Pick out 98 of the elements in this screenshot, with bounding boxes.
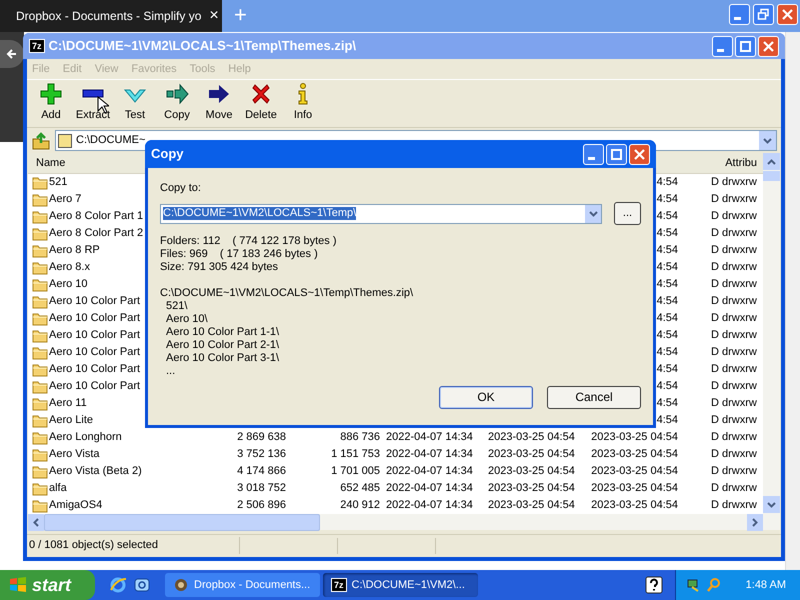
file-name: Aero 8 Color Part 2	[49, 226, 144, 242]
modified-cell: 2022-04-07 14:34	[386, 482, 473, 494]
size-cell: 3 752 136	[237, 448, 286, 460]
window-title: C:\DOCUME~1\VM2\LOCALS~1\Temp\Themes.zip\	[48, 37, 356, 56]
attributes-cell: D drwxrw	[711, 193, 757, 206]
accessed-cell: 4:54	[656, 227, 678, 240]
accessed-cell: 4:54	[656, 261, 678, 274]
accessed-cell: 2023-03-25 04:54	[591, 465, 678, 478]
status-text: 0 / 1081 object(s) selected	[27, 537, 240, 554]
accessed-cell: 2023-03-25 04:54	[591, 448, 678, 460]
accessed-cell: 2023-03-25 04:54	[591, 431, 678, 444]
file-name: Aero 10 Color Part	[49, 311, 140, 326]
folder-entry: 521\	[165, 300, 188, 313]
attributes-cell: D drwxrw	[711, 482, 757, 494]
info-line: Folders: 112 ( 774 122 178 bytes )	[160, 235, 338, 248]
attributes-cell: D drwxrw	[711, 176, 757, 188]
attributes-cell: D drwxrw	[711, 261, 757, 274]
file-name: Aero 10 Color Part	[49, 345, 140, 360]
created-cell: 2023-03-25 04:54	[488, 465, 575, 478]
archive-path: C:\DOCUME~1\VM2\LOCALS~1\Temp\Themes.zip\	[160, 287, 414, 300]
copy-to-label: Copy to:	[160, 182, 202, 195]
accessed-cell: 4:54	[656, 397, 678, 410]
attributes-cell: D drwxrw	[711, 227, 757, 240]
file-name: Aero 11	[49, 396, 87, 412]
tab-title: Dropbox - Documents - Simplify yo	[16, 8, 202, 25]
packed-size-cell: 1 701 005	[331, 465, 380, 478]
file-name: Aero 10 Color Part	[49, 379, 140, 394]
attributes-cell: D drwxrw	[711, 329, 757, 342]
file-name: Aero Vista (Beta 2)	[49, 464, 142, 480]
file-name: Aero 8 RP	[49, 243, 100, 258]
accessed-cell: 4:54	[656, 295, 678, 308]
created-cell: 2023-03-25 04:54	[488, 431, 575, 444]
accessed-cell: 4:54	[656, 380, 678, 392]
attributes-cell: D drwxrw	[711, 465, 757, 478]
created-cell: 2023-03-25 04:54	[488, 482, 575, 494]
attributes-cell: D drwxrw	[711, 295, 757, 308]
file-name: Aero 10 Color Part	[49, 294, 140, 310]
attributes-cell: D drwxrw	[711, 499, 757, 512]
packed-size-cell: 886 736	[340, 431, 380, 444]
attributes-cell: D drwxrw	[711, 448, 757, 460]
accessed-cell: 4:54	[656, 363, 678, 376]
file-name: Aero Longhorn	[49, 430, 122, 446]
accessed-cell: 4:54	[656, 278, 678, 290]
created-cell: 2023-03-25 04:54	[488, 448, 575, 460]
dialog-title: Copy	[151, 145, 184, 164]
folder-entry: ...	[165, 365, 176, 378]
folder-entry: Aero 10\	[165, 313, 209, 326]
accessed-cell: 4:54	[656, 346, 678, 358]
attributes-cell: D drwxrw	[711, 363, 757, 376]
packed-size-cell: 652 485	[340, 482, 380, 494]
packed-size-cell: 1 151 753	[331, 448, 380, 460]
info-line: Files: 969 ( 17 183 246 bytes )	[160, 248, 319, 261]
created-cell: 2023-03-25 04:54	[488, 499, 575, 512]
attributes-cell: D drwxrw	[711, 380, 757, 392]
file-name: Aero Lite	[49, 413, 94, 428]
file-name: Aero 7	[49, 192, 82, 208]
packed-size-cell: 240 912	[340, 499, 380, 512]
app-icon: 7z	[29, 39, 45, 53]
attributes-cell: D drwxrw	[711, 397, 757, 410]
file-name: AmigaOS4	[49, 498, 102, 514]
modified-cell: 2022-04-07 14:34	[386, 465, 473, 478]
accessed-cell: 2023-03-25 04:54	[591, 482, 678, 494]
accessed-cell: 2023-03-25 04:54	[591, 499, 678, 512]
modified-cell: 2022-04-07 14:34	[386, 499, 473, 512]
attributes-cell: D drwxrw	[711, 431, 757, 444]
accessed-cell: 4:54	[656, 244, 678, 256]
attributes-cell: D drwxrw	[711, 312, 757, 324]
folder-entry: Aero 10 Color Part 2-1\	[165, 339, 280, 352]
attributes-cell: D drwxrw	[711, 210, 757, 222]
attributes-cell: D drwxrw	[711, 346, 757, 358]
attributes-cell: D drwxrw	[711, 244, 757, 256]
accessed-cell: 4:54	[656, 329, 678, 342]
clock: 1:48 AM	[746, 578, 786, 593]
attributes-cell: D drwxrw	[711, 414, 757, 426]
size-cell: 2 506 896	[237, 499, 286, 512]
file-name: Aero 10 Color Part	[49, 328, 140, 344]
accessed-cell: 4:54	[656, 414, 678, 426]
modified-cell: 2022-04-07 14:34	[386, 431, 473, 444]
size-cell: 4 174 866	[237, 465, 286, 478]
file-name: Aero 10	[49, 277, 88, 292]
modified-cell: 2022-04-07 14:34	[386, 448, 473, 460]
info-line: Size: 791 305 424 bytes	[160, 261, 280, 274]
accessed-cell: 4:54	[656, 312, 678, 324]
accessed-cell: 4:54	[656, 210, 678, 222]
file-name: Aero 8.x	[49, 260, 90, 276]
accessed-cell: 4:54	[656, 176, 678, 188]
attributes-cell: D drwxrw	[711, 278, 757, 290]
app-icon: 7z	[331, 578, 347, 592]
size-cell: 3 018 752	[237, 482, 286, 494]
file-name: Aero 8 Color Part 1	[49, 209, 144, 224]
file-name: 521	[49, 175, 68, 190]
folder-entry: Aero 10 Color Part 1-1\	[165, 326, 280, 339]
file-name: Aero Vista	[49, 447, 100, 462]
folder-entry: Aero 10 Color Part 3-1\	[165, 352, 280, 365]
file-name: Aero 10 Color Part	[49, 362, 140, 378]
accessed-cell: 4:54	[656, 193, 678, 206]
size-cell: 2 869 638	[237, 431, 286, 444]
file-name: alfa	[49, 481, 67, 496]
